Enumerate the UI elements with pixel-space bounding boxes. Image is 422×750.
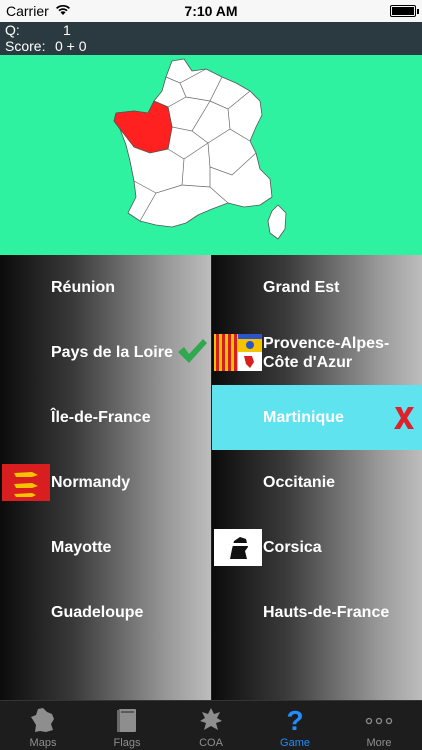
score-value: 0 + 0 xyxy=(55,38,87,54)
book-icon xyxy=(117,709,136,732)
answer-mayotte[interactable]: Mayotte xyxy=(0,515,211,580)
status-bar: Carrier 7:10 AM xyxy=(0,0,422,22)
tab-game[interactable]: ? Game xyxy=(253,701,337,750)
answer-label: Grand Est xyxy=(263,279,340,296)
question-row: Q: 1 xyxy=(5,23,71,38)
answer-label: Hauts-de-France xyxy=(263,604,390,621)
answer-label: Mayotte xyxy=(51,539,112,556)
tab-label: COA xyxy=(199,737,223,749)
tab-more[interactable]: More xyxy=(337,701,421,750)
corsica-island xyxy=(267,204,287,240)
france-map-icon xyxy=(31,708,54,732)
answer-hauts-de-france[interactable]: Hauts-de-France xyxy=(212,580,422,645)
question-label: Q: xyxy=(5,22,20,38)
svg-text:?: ? xyxy=(286,705,303,735)
answer-ile-de-france[interactable]: Île-de-France xyxy=(0,385,211,450)
tab-coa[interactable]: COA xyxy=(169,701,253,750)
tab-bar: Maps Flags COA ? Game More xyxy=(0,700,422,750)
answer-reunion[interactable]: Réunion xyxy=(0,255,211,320)
france-map xyxy=(113,58,287,240)
tab-flags[interactable]: Flags xyxy=(85,701,169,750)
answer-column-right: Grand Est Provence-Alpes-Côte d'Azur Mar… xyxy=(211,255,422,700)
answer-pays-de-la-loire[interactable]: Pays de la Loire xyxy=(0,320,211,385)
tab-label: Maps xyxy=(29,737,57,749)
answer-label: Provence-Alpes-Côte d'Azur xyxy=(263,334,390,371)
highlighted-region-pays-de-la-loire xyxy=(113,100,173,154)
tab-maps[interactable]: Maps xyxy=(1,701,85,750)
map-area xyxy=(0,55,422,255)
normandy-flag-icon xyxy=(2,464,50,501)
score-row: Score: 0 + 0 xyxy=(5,39,87,54)
answer-label: Normandy xyxy=(51,474,131,491)
answer-grand-est[interactable]: Grand Est xyxy=(212,255,422,320)
answer-label: Corsica xyxy=(263,539,322,556)
answer-label: Réunion xyxy=(51,279,115,296)
more-dots-icon xyxy=(365,717,393,725)
provence-flag-icon xyxy=(214,334,262,371)
clock: 7:10 AM xyxy=(184,3,238,19)
answer-column-left: Réunion Pays de la Loire Île-de-France N… xyxy=(0,255,211,700)
tab-label: Flags xyxy=(113,737,141,749)
question-mark-icon: ? xyxy=(286,705,303,735)
answer-grid: Réunion Pays de la Loire Île-de-France N… xyxy=(0,255,422,700)
battery-icon xyxy=(390,5,419,17)
answer-normandy[interactable]: Normandy xyxy=(0,450,211,515)
tab-label: More xyxy=(366,737,392,749)
answer-label: Guadeloupe xyxy=(51,604,144,621)
corsica-flag-icon xyxy=(214,529,262,566)
answer-guadeloupe[interactable]: Guadeloupe xyxy=(0,580,211,645)
answer-provence-alpes-cote-dazur[interactable]: Provence-Alpes-Côte d'Azur xyxy=(212,320,422,385)
answer-label: Île-de-France xyxy=(51,409,151,426)
check-icon xyxy=(178,339,207,363)
x-icon xyxy=(394,407,414,429)
question-number: 1 xyxy=(63,22,71,38)
coat-of-arms-icon xyxy=(200,708,222,730)
score-panel: Q: 1 Score: 0 + 0 xyxy=(0,22,422,55)
score-label: Score: xyxy=(5,38,46,54)
answer-occitanie[interactable]: Occitanie xyxy=(212,450,422,515)
answer-martinique[interactable]: Martinique xyxy=(212,385,422,450)
answer-corsica[interactable]: Corsica xyxy=(212,515,422,580)
tab-label: Game xyxy=(280,737,310,749)
answer-label: Martinique xyxy=(263,409,344,426)
answer-label: Occitanie xyxy=(263,474,336,491)
